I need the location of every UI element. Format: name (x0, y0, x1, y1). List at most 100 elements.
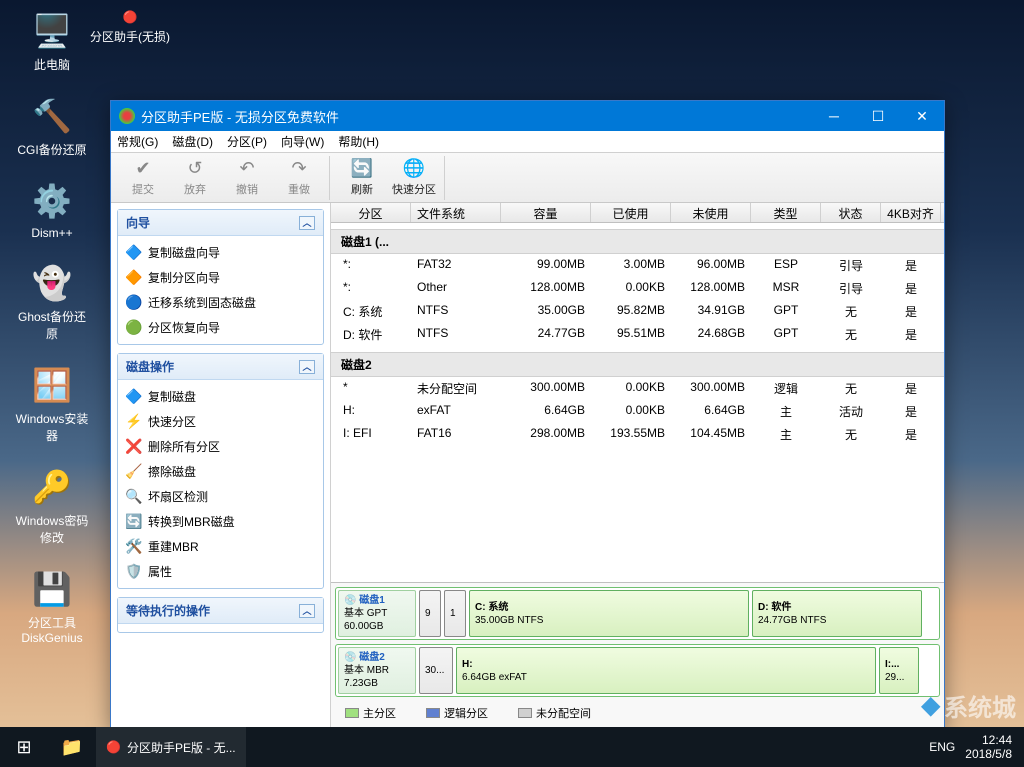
icon: 🔨 (31, 95, 73, 137)
legend-label: 未分配空间 (536, 705, 591, 721)
collapse-icon[interactable]: ︿ (299, 216, 315, 230)
sidebar-item-label: 重建MBR (148, 538, 199, 555)
column-header[interactable]: 分区 (331, 203, 411, 222)
cell: 193.55MB (591, 426, 671, 443)
sidebar-item[interactable]: 🔷复制磁盘向导 (118, 240, 323, 265)
sidebar-item[interactable]: 🛡️属性 (118, 559, 323, 584)
table-row[interactable]: D: 软件NTFS24.77GB95.51MB24.68GBGPT无是 (331, 323, 944, 346)
sidebar-item[interactable]: 🧹擦除磁盘 (118, 459, 323, 484)
desktop-icon[interactable]: 🪟Windows安装器 (12, 364, 92, 444)
disk-group-header[interactable]: 磁盘2 (331, 352, 944, 377)
disk-map: 💿 磁盘1基本 GPT60.00GB91 C: 系统35.00GB NTFSD: … (331, 582, 944, 729)
table-row[interactable]: *:FAT3299.00MB3.00MB96.00MBESP引导是 (331, 254, 944, 277)
partition-block[interactable]: I:...29... (879, 647, 919, 694)
column-header[interactable]: 状态 (821, 203, 881, 222)
sidebar-item[interactable]: 🔵迁移系统到固态磁盘 (118, 290, 323, 315)
menu-item[interactable]: 磁盘(D) (172, 133, 213, 150)
column-header[interactable]: 类型 (751, 203, 821, 222)
partition-block[interactable]: 1 (444, 590, 466, 637)
table-row[interactable]: H:exFAT6.64GB0.00KB6.64GB主活动是 (331, 400, 944, 423)
column-header[interactable]: 4KB对齐 (881, 203, 941, 222)
table-row[interactable]: I: EFIFAT16298.00MB193.55MB104.45MB主无是 (331, 423, 944, 446)
titlebar[interactable]: 分区助手PE版 - 无损分区免费软件 ─ ☐ ✕ (111, 101, 944, 131)
app-icon (119, 108, 135, 124)
sidebar-item[interactable]: 🔍坏扇区检测 (118, 484, 323, 509)
panel-header[interactable]: 向导︿ (118, 210, 323, 236)
panel-header[interactable]: 等待执行的操作︿ (118, 598, 323, 624)
partition-block[interactable]: 9 (419, 590, 441, 637)
partition-size: 1 (450, 607, 460, 620)
window-title: 分区助手PE版 - 无损分区免费软件 (141, 107, 339, 126)
desktop-icon-label: CGI备份还原 (17, 141, 86, 158)
start-button[interactable]: ⊞ (0, 727, 48, 767)
item-icon: 🧹 (126, 464, 142, 480)
sidebar-item[interactable]: 🟢分区恢复向导 (118, 315, 323, 340)
column-header[interactable]: 容量 (501, 203, 591, 222)
cell: 是 (881, 257, 941, 274)
disk-group-header[interactable]: 磁盘1 (... (331, 229, 944, 254)
partition-block[interactable]: H:6.64GB exFAT (456, 647, 876, 694)
partition-block[interactable]: 30... (419, 647, 453, 694)
cell: H: (331, 403, 411, 420)
cell: ESP (751, 257, 821, 274)
sidebar-item[interactable]: 🔄转换到MBR磁盘 (118, 509, 323, 534)
taskbar-app[interactable]: 🔴 分区助手PE版 - 无... (96, 727, 246, 767)
legend-item: 逻辑分区 (426, 705, 488, 721)
item-icon: 🔷 (126, 389, 142, 405)
taskbar-explorer[interactable]: 📁 (48, 727, 96, 767)
item-icon: 🔷 (126, 245, 142, 261)
cell: NTFS (411, 303, 501, 320)
column-header[interactable]: 文件系统 (411, 203, 501, 222)
cell: FAT16 (411, 426, 501, 443)
sidebar-item[interactable]: 🔷复制磁盘 (118, 384, 323, 409)
menu-item[interactable]: 向导(W) (281, 133, 324, 150)
disk-block[interactable]: 💿 磁盘2基本 MBR7.23GB (338, 647, 416, 694)
column-header[interactable]: 已使用 (591, 203, 671, 222)
sidebar-item[interactable]: 🔶复制分区向导 (118, 265, 323, 290)
legend-swatch (426, 708, 440, 718)
desktop-icon-partition-assistant[interactable]: 🔴 分区助手(无损) (90, 10, 170, 45)
sidebar-item[interactable]: 🛠️重建MBR (118, 534, 323, 559)
desktop-icon[interactable]: 💾分区工具DiskGenius (12, 568, 92, 645)
collapse-icon[interactable]: ︿ (299, 604, 315, 618)
刷新-icon: 🔄 (352, 159, 372, 179)
table-row[interactable]: *:Other128.00MB0.00KB128.00MBMSR引导是 (331, 277, 944, 300)
table-row[interactable]: *未分配空间300.00MB0.00KB300.00MB逻辑无是 (331, 377, 944, 400)
desktop-icon-label: 分区助手(无损) (90, 28, 170, 45)
desktop-icon[interactable]: 🖥️此电脑 (12, 10, 92, 73)
maximize-button[interactable]: ☐ (856, 101, 900, 131)
item-icon: 🔄 (126, 514, 142, 530)
minimize-button[interactable]: ─ (812, 101, 856, 131)
menu-item[interactable]: 分区(P) (227, 133, 267, 150)
table-row[interactable]: C: 系统NTFS35.00GB95.82MB34.91GBGPT无是 (331, 300, 944, 323)
column-header[interactable]: 未使用 (671, 203, 751, 222)
item-icon: 🟢 (126, 320, 142, 336)
disk-block[interactable]: 💿 磁盘1基本 GPT60.00GB (338, 590, 416, 637)
system-tray[interactable]: ENG 12:44 2018/5/8 (917, 733, 1024, 762)
toolbar-button[interactable]: 🌐快速分区 (388, 156, 440, 200)
item-icon: ⚡ (126, 414, 142, 430)
cell: 6.64GB (501, 403, 591, 420)
menu-item[interactable]: 常规(G) (117, 133, 158, 150)
toolbar-button[interactable]: 🔄刷新 (336, 156, 388, 200)
collapse-icon[interactable]: ︿ (299, 360, 315, 374)
close-button[interactable]: ✕ (900, 101, 944, 131)
disk-info: 基本 MBR (344, 665, 389, 676)
sidebar-item[interactable]: ⚡快速分区 (118, 409, 323, 434)
cell: 95.51MB (591, 326, 671, 343)
legend-swatch (345, 708, 359, 718)
放弃-icon: ↺ (185, 159, 205, 179)
menu-item[interactable]: 帮助(H) (338, 133, 379, 150)
desktop-icon[interactable]: 🔑Windows密码修改 (12, 466, 92, 546)
desktop-icon[interactable]: 👻Ghost备份还原 (12, 262, 92, 342)
partition-block[interactable]: C: 系统35.00GB NTFS (469, 590, 749, 637)
sidebar-item[interactable]: ❌删除所有分区 (118, 434, 323, 459)
partition-block[interactable]: D: 软件24.77GB NTFS (752, 590, 922, 637)
panel-header[interactable]: 磁盘操作︿ (118, 354, 323, 380)
desktop-icon[interactable]: 🔨 CGI备份还原 (12, 95, 92, 158)
cell: 是 (881, 380, 941, 397)
cell: 128.00MB (501, 280, 591, 297)
desktop-icon[interactable]: ⚙️Dism++ (12, 180, 92, 240)
disk-info: 基本 GPT (344, 608, 387, 619)
tray-lang[interactable]: ENG (929, 740, 955, 754)
